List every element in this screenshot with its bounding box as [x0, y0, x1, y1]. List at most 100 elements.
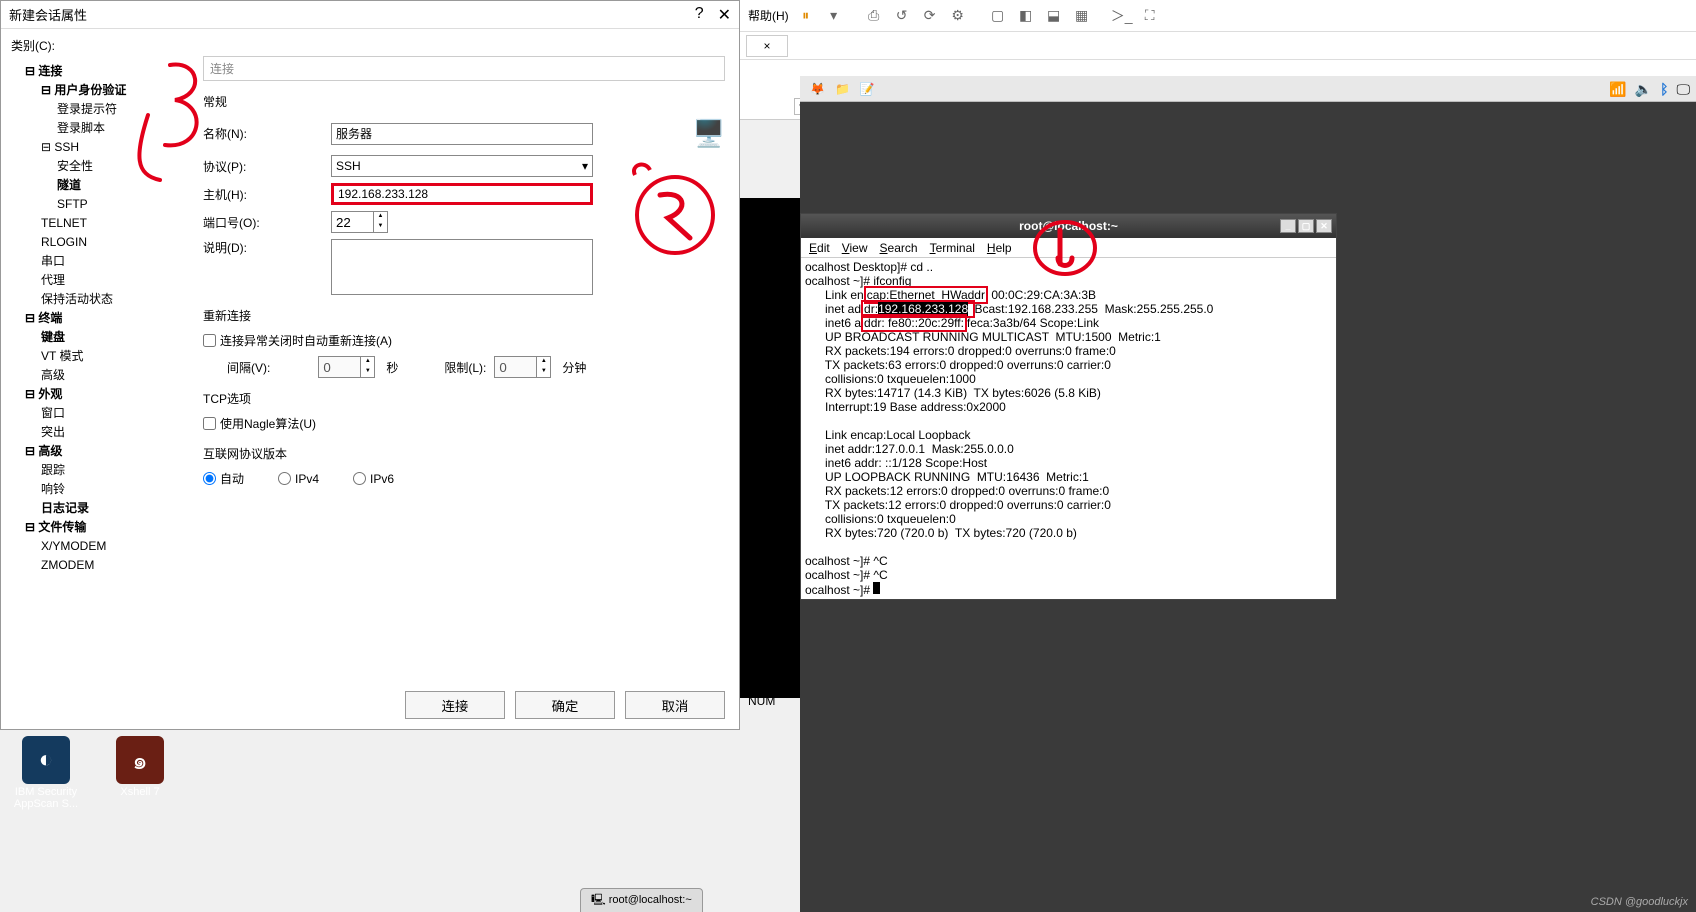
- fullscreen-icon[interactable]: ⛶: [1139, 5, 1161, 27]
- tree-ssh[interactable]: ⊟ SSH: [11, 138, 197, 157]
- gear-icon[interactable]: ⚙: [947, 5, 969, 27]
- firefox-icon[interactable]: 🦊: [810, 82, 825, 96]
- name-input[interactable]: [331, 123, 593, 145]
- terminal-icon[interactable]: ＞_: [1111, 5, 1133, 27]
- vm-taskbar: 🦊 📁 📝: [800, 76, 1696, 102]
- layout-split-v-icon[interactable]: ⬓: [1043, 5, 1065, 27]
- ipv4-radio[interactable]: IPv4: [278, 472, 319, 486]
- menu-help[interactable]: 帮助(H): [748, 7, 789, 24]
- form-panel: 连接 常规 名称(N): 🖥️ 协议(P): SSH▾ 主机(H): 端口号(O…: [197, 56, 739, 694]
- tree-proxy[interactable]: 代理: [11, 271, 197, 290]
- notes-icon[interactable]: 📝: [860, 82, 875, 96]
- tree-terminal[interactable]: ⊟ 终端: [11, 309, 197, 328]
- bluetooth-icon[interactable]: ᛒ: [1660, 81, 1668, 97]
- close-icon[interactable]: ✕: [1316, 219, 1332, 233]
- close-icon[interactable]: ✕: [718, 5, 731, 25]
- tree-security[interactable]: 安全性: [11, 157, 197, 176]
- pause-icon[interactable]: ⏸: [795, 5, 817, 27]
- terminal-title: root@localhost:~: [1019, 219, 1118, 233]
- label-name: 名称(N):: [203, 125, 323, 142]
- app-toolbar: 帮助(H) ⏸ ▾ ⎙ ↺ ⟳ ⚙ ▢ ◧ ⬓ ▦ ＞_ ⛶: [740, 0, 1696, 32]
- ipv6-radio[interactable]: IPv6: [353, 472, 394, 486]
- menu-search[interactable]: Search: [880, 241, 918, 255]
- limit-stepper[interactable]: ▲▼: [494, 356, 554, 378]
- terminal-titlebar[interactable]: root@localhost:~ _ ▢ ✕: [801, 214, 1336, 238]
- reconnect-checkbox[interactable]: 连接异常关闭时自动重新连接(A): [203, 332, 392, 349]
- cancel-button[interactable]: 取消: [625, 691, 725, 719]
- tree-highlight[interactable]: 突出: [11, 423, 197, 442]
- files-icon[interactable]: 📁: [835, 82, 850, 96]
- tree-ft[interactable]: ⊟ 文件传输: [11, 518, 197, 537]
- computers-icon: 🖥️: [693, 118, 725, 149]
- desktop-icon-xshell[interactable]: ๑ Xshell 7: [100, 736, 180, 798]
- tree-advanced2[interactable]: ⊟ 高级: [11, 442, 197, 461]
- tree-auth[interactable]: ⊟ 用户身份验证: [11, 81, 197, 100]
- xshell-icon: ๑: [116, 736, 164, 784]
- group-reconnect: 重新连接: [203, 307, 725, 324]
- tree-window[interactable]: 窗口: [11, 404, 197, 423]
- tree-bell[interactable]: 响铃: [11, 480, 197, 499]
- tree-tunnel[interactable]: 隧道: [11, 176, 197, 195]
- desktop-icon-appscan[interactable]: ◐ IBM Security AppScan S...: [6, 736, 86, 810]
- taskbar-tab-terminal[interactable]: 🖳 root@localhost:~: [580, 888, 703, 912]
- desc-textarea[interactable]: [331, 239, 593, 295]
- layout-single-icon[interactable]: ▢: [987, 5, 1009, 27]
- menu-terminal[interactable]: Terminal: [930, 241, 975, 255]
- tab-close[interactable]: ×: [746, 35, 788, 57]
- tree-rlogin[interactable]: RLOGIN: [11, 233, 197, 252]
- menu-help2[interactable]: Help: [987, 241, 1012, 255]
- tree-vtmode[interactable]: VT 模式: [11, 347, 197, 366]
- tree-keepalive[interactable]: 保持活动状态: [11, 290, 197, 309]
- refresh-icon[interactable]: ⟳: [919, 5, 941, 27]
- network-icon[interactable]: 📶: [1609, 81, 1626, 98]
- layout-grid-icon[interactable]: ▦: [1071, 5, 1093, 27]
- tree-trace[interactable]: 跟踪: [11, 461, 197, 480]
- interval-stepper[interactable]: ▲▼: [318, 356, 378, 378]
- connect-button[interactable]: 连接: [405, 691, 505, 719]
- label-desc: 说明(D):: [203, 239, 323, 256]
- tree-login-script[interactable]: 登录脚本: [11, 119, 197, 138]
- tree-xymodem[interactable]: X/YMODEM: [11, 537, 197, 556]
- maximize-icon[interactable]: ▢: [1298, 219, 1314, 233]
- minimize-icon[interactable]: _: [1280, 219, 1296, 233]
- dialog-titlebar[interactable]: 新建会话属性 ? ✕: [1, 1, 739, 29]
- nagle-checkbox[interactable]: 使用Nagle算法(U): [203, 415, 316, 432]
- terminal-window: root@localhost:~ _ ▢ ✕ EEditdit View Sea…: [800, 213, 1337, 600]
- breadcrumb: 连接: [203, 56, 725, 81]
- tab-bar: ×: [740, 32, 1696, 60]
- history-icon[interactable]: ↺: [891, 5, 913, 27]
- ok-button[interactable]: 确定: [515, 691, 615, 719]
- host-input[interactable]: [331, 183, 593, 205]
- tree-serial[interactable]: 串口: [11, 252, 197, 271]
- dropdown-icon[interactable]: ▾: [823, 5, 845, 27]
- terminal-cursor: [873, 582, 880, 594]
- category-tree[interactable]: ⊟ 连接 ⊟ 用户身份验证 登录提示符 登录脚本 ⊟ SSH 安全性 隧道 SF…: [1, 56, 197, 694]
- tree-log[interactable]: 日志记录: [11, 499, 197, 518]
- dialog-title: 新建会话属性: [9, 5, 87, 24]
- speaker-icon[interactable]: 🔈: [1635, 81, 1652, 98]
- menu-edit[interactable]: EEditdit: [809, 241, 830, 255]
- tree-login-prompt[interactable]: 登录提示符: [11, 100, 197, 119]
- help-icon[interactable]: ?: [695, 5, 704, 25]
- tree-appearance[interactable]: ⊟ 外观: [11, 385, 197, 404]
- protocol-select[interactable]: SSH▾: [331, 155, 593, 177]
- terminal-content[interactable]: ocalhost Desktop]# cd .. ocalhost ~]# if…: [801, 258, 1336, 599]
- tree-keyboard[interactable]: 键盘: [11, 328, 197, 347]
- label-host: 主机(H):: [203, 186, 323, 203]
- print-icon[interactable]: ⎙: [863, 5, 885, 27]
- tree-advanced[interactable]: 高级: [11, 366, 197, 385]
- vm-systray: 📶 🔈 ᛒ 🖵: [1609, 76, 1690, 102]
- group-ipver: 互联网协议版本: [203, 445, 725, 462]
- layout-split-h-icon[interactable]: ◧: [1015, 5, 1037, 27]
- tree-zmodem[interactable]: ZMODEM: [11, 556, 197, 575]
- label-interval: 间隔(V):: [227, 359, 270, 376]
- tree-sftp[interactable]: SFTP: [11, 195, 197, 214]
- display-icon[interactable]: 🖵: [1677, 81, 1691, 98]
- menu-view[interactable]: View: [842, 241, 868, 255]
- appscan-icon: ◐: [22, 736, 70, 784]
- port-stepper[interactable]: ▲▼: [331, 211, 391, 233]
- ip-auto-radio[interactable]: 自动: [203, 470, 244, 487]
- unit-sec: 秒: [386, 359, 398, 376]
- tree-telnet[interactable]: TELNET: [11, 214, 197, 233]
- tree-connection[interactable]: ⊟ 连接: [11, 62, 197, 81]
